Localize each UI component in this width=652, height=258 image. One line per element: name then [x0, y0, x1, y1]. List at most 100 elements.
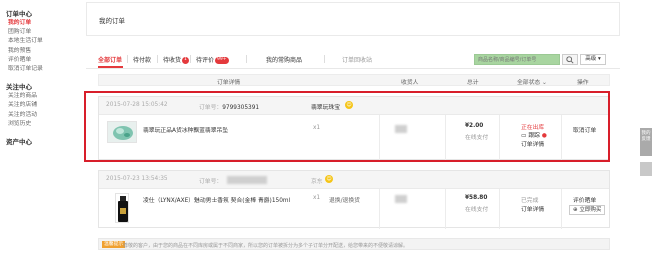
sidebar: 订单中心 我的订单 团购订单 本地生活订单 我的预售 评价晒单 取消订单记录 关… [6, 9, 66, 155]
search-input[interactable] [474, 54, 560, 65]
sidebar-item-followed-activities[interactable]: 关注的活动 [6, 111, 66, 120]
column-divider [379, 115, 380, 161]
payment-method: 在线支付 [465, 207, 489, 213]
sidebar-group-assets: 资产中心 [6, 137, 66, 147]
order-number-label: 订单号： [199, 105, 223, 111]
sidebar-item-followed-products[interactable]: 关注的商品 [6, 92, 66, 101]
column-divider [379, 189, 380, 229]
buy-again-button[interactable]: ⊕ 立即购买 [569, 205, 606, 215]
track-link[interactable]: ▭ 跟踪 ● [521, 130, 547, 139]
column-divider [445, 189, 446, 229]
payment-method: 在线支付 [465, 135, 489, 141]
return-exchange-link[interactable]: 退换/退换货 [329, 195, 360, 204]
tabs-divider [86, 68, 620, 69]
order-header: 2015-07-28 15:05:42 订单号：9799305391 翡翠玩珠宝… [99, 97, 609, 115]
tab-divider [246, 55, 247, 63]
column-divider [499, 115, 500, 161]
order-status: 已完成 [521, 198, 539, 204]
notice-bar: 温馨提示 尊敬的客户，由于您的商品在不同库房或属于不同商家，所以您的订单被拆分为… [98, 238, 610, 250]
header-receiver: 收货人 [401, 80, 419, 86]
order-card: 2015-07-28 15:05:42 订单号：9799305391 翡翠玩珠宝… [98, 96, 610, 161]
header-order-detail: 订单详情 [217, 80, 241, 86]
sidebar-item-followed-shops[interactable]: 关注的店铺 [6, 101, 66, 110]
page-title: 我的订单 [86, 2, 620, 36]
tab-all-orders[interactable]: 全部订单 [98, 55, 122, 64]
tab-pending-receipt[interactable]: 待收货 1 [163, 55, 189, 64]
notice-tag: 温馨提示 [102, 241, 126, 248]
receiver-name-blurred [395, 125, 407, 133]
order-card: 2015-07-23 13:54:35 订单号： 京东 ☺ 凌仕（LYNX/AX… [98, 170, 610, 229]
tab-divider [157, 55, 158, 63]
notice-text: 尊敬的客户，由于您的商品在不同库房或属于不同商家，所以您的订单被拆分为多个子订单… [123, 243, 409, 249]
advanced-search-label: 高级 [585, 56, 597, 62]
shop-link[interactable]: 京东 [311, 176, 323, 185]
tab-divider [127, 55, 128, 63]
tab-badge-count: 1 [182, 57, 189, 64]
order-amount: ¥58.80 [465, 195, 488, 201]
column-divider [561, 115, 562, 161]
header-status: 全部状态 [517, 80, 541, 86]
order-detail-link[interactable]: 订单详情 [521, 204, 544, 213]
status-filter-dropdown[interactable]: 全部状态 ⌄ [517, 77, 547, 86]
order-amount: ¥2.00 [465, 123, 484, 129]
search-button[interactable] [562, 54, 578, 65]
tab-recycle-bin[interactable]: 订单回收站 [342, 55, 372, 64]
buy-again-label: 立即购买 [579, 207, 602, 213]
review-order-link[interactable]: 评价晒单 [573, 195, 596, 204]
sidebar-heading-orders: 订单中心 [6, 10, 32, 18]
sidebar-group-orders: 订单中心 我的订单 团购订单 本地生活订单 我的预售 评价晒单 取消订单记录 [6, 9, 66, 74]
product-quantity: x1 [313, 195, 321, 201]
spray-bottle-icon [118, 196, 128, 222]
table-header: 订单详情 收货人 总计 全部状态 ⌄ 操作 [98, 74, 610, 86]
tab-pending-receipt-label: 待收货 [163, 57, 182, 64]
sidebar-item-group-buy-orders[interactable]: 团购订单 [6, 28, 66, 37]
column-divider [445, 115, 446, 161]
tab-divider [324, 55, 325, 63]
advanced-search-button[interactable]: 高级 ▾ [580, 54, 606, 65]
cancel-order-link[interactable]: 取消订单 [573, 125, 596, 134]
order-detail-link[interactable]: 订单详情 [521, 139, 544, 148]
back-to-top-button[interactable] [640, 162, 652, 176]
header-action: 操作 [577, 80, 589, 86]
feedback-float-button[interactable]: 我的反馈 [640, 128, 652, 156]
tab-pending-review-label: 待评价 [196, 57, 215, 64]
sidebar-item-cancel-records[interactable]: 取消订单记录 [6, 65, 66, 74]
chat-icon[interactable]: ☺ [325, 175, 333, 183]
main-panel: 我的订单 全部订单 待付款 待收货1 待评价99+ 我的常购商品 订单回收站 高… [86, 2, 620, 258]
order-header: 2015-07-23 13:54:35 订单号： 京东 ☺ [99, 171, 609, 189]
sidebar-group-follow: 关注中心 关注的商品 关注的店铺 关注的活动 浏览历史 [6, 82, 66, 129]
tab-frequent-products[interactable]: 我的常购商品 [266, 55, 302, 64]
search-icon [566, 55, 574, 64]
sidebar-heading-assets: 资产中心 [6, 138, 32, 147]
tab-pending-review[interactable]: 待评价 99+ [196, 55, 229, 64]
sidebar-item-reviews[interactable]: 评价晒单 [6, 56, 66, 65]
shop-link[interactable]: 翡翠玩珠宝 [311, 102, 340, 111]
sidebar-heading-follow: 关注中心 [6, 83, 32, 92]
header-amount: 总计 [467, 80, 479, 86]
product-thumbnail[interactable] [107, 121, 137, 143]
product-quantity: x1 [313, 125, 321, 131]
tab-divider [190, 55, 191, 63]
order-number-blurred [227, 176, 267, 184]
product-name[interactable]: 翡翠玩正品A货冰种飘蓝翡翠吊坠 [143, 125, 228, 134]
order-number-value: 9799305391 [222, 105, 260, 111]
tab-badge-count: 99+ [215, 57, 229, 64]
sidebar-item-local-orders[interactable]: 本地生活订单 [6, 37, 66, 46]
order-date: 2015-07-28 15:05:42 [106, 102, 168, 108]
product-thumbnail[interactable] [115, 193, 129, 223]
sidebar-item-history[interactable]: 浏览历史 [6, 120, 66, 129]
sidebar-item-presale[interactable]: 我的预售 [6, 47, 66, 56]
order-date: 2015-07-23 13:54:35 [106, 176, 168, 182]
order-number: 订单号：9799305391 [199, 102, 259, 111]
column-divider [561, 189, 562, 229]
receiver-name-blurred [395, 195, 407, 203]
chat-icon[interactable]: ☺ [345, 101, 353, 109]
tab-pending-payment[interactable]: 待付款 [133, 55, 151, 64]
cart-icon: ⊕ [573, 207, 578, 213]
sidebar-item-my-orders[interactable]: 我的订单 [6, 19, 66, 28]
order-number-label: 订单号： [199, 179, 223, 185]
order-number: 订单号： [199, 176, 222, 185]
chevron-down-icon: ⌄ [542, 80, 547, 86]
jade-pendant-icon [113, 126, 133, 140]
product-name[interactable]: 凌仕（LYNX/AXE）魅动男士香氛 契合(金棒 青爵)150ml [143, 195, 290, 204]
